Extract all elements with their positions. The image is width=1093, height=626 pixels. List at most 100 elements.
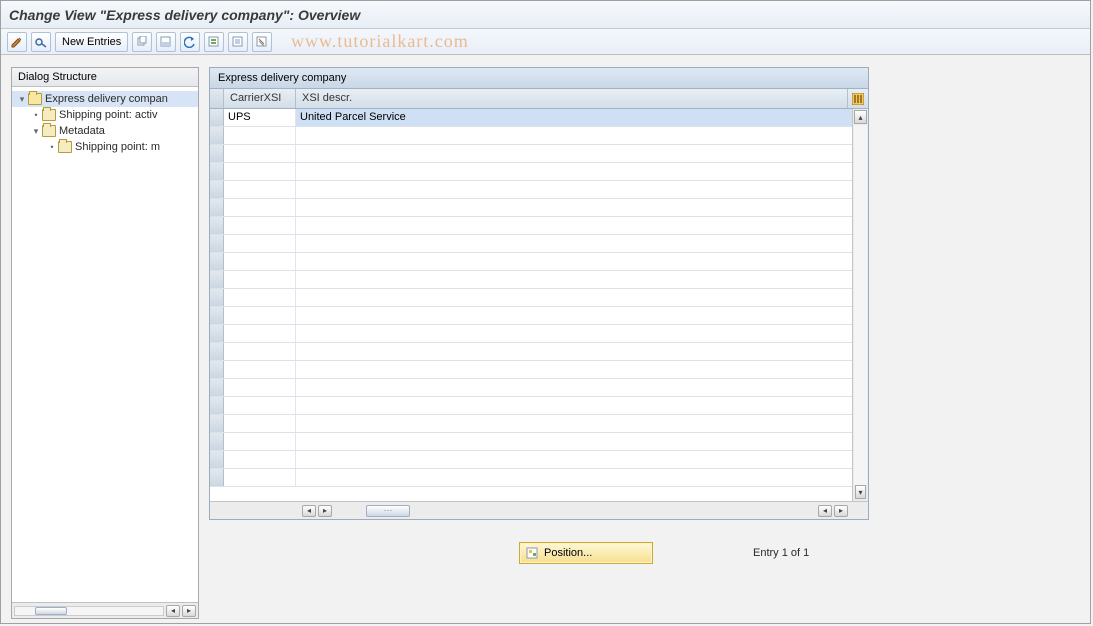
collapse-icon[interactable]: ▾ bbox=[30, 126, 42, 137]
scrollbar-track[interactable] bbox=[854, 125, 867, 485]
table-row-empty[interactable] bbox=[210, 253, 852, 271]
row-selector[interactable] bbox=[210, 217, 224, 234]
grid-vertical-scrollbar[interactable]: ▴ ▾ bbox=[852, 109, 868, 501]
cell-empty[interactable] bbox=[296, 343, 852, 360]
new-entries-button[interactable]: New Entries bbox=[55, 32, 128, 52]
cell-empty[interactable] bbox=[296, 451, 852, 468]
cell-empty[interactable] bbox=[224, 217, 296, 234]
cell-empty[interactable] bbox=[224, 199, 296, 216]
table-row-empty[interactable] bbox=[210, 361, 852, 379]
cell-empty[interactable] bbox=[224, 433, 296, 450]
cell-empty[interactable] bbox=[296, 415, 852, 432]
table-row-empty[interactable] bbox=[210, 163, 852, 181]
cell-empty[interactable] bbox=[224, 253, 296, 270]
table-row-empty[interactable] bbox=[210, 289, 852, 307]
table-row-empty[interactable] bbox=[210, 379, 852, 397]
cell-empty[interactable] bbox=[296, 181, 852, 198]
cell-empty[interactable] bbox=[224, 325, 296, 342]
row-selector[interactable] bbox=[210, 145, 224, 162]
cell-empty[interactable] bbox=[296, 271, 852, 288]
cell-empty[interactable] bbox=[224, 379, 296, 396]
table-row[interactable]: UPS United Parcel Service bbox=[210, 109, 852, 127]
scroll-right-icon[interactable]: ▸ bbox=[182, 605, 196, 617]
undo-button[interactable] bbox=[180, 32, 200, 52]
table-row-empty[interactable] bbox=[210, 271, 852, 289]
row-selector[interactable] bbox=[210, 433, 224, 450]
scroll-right-icon[interactable]: ▸ bbox=[318, 505, 332, 517]
cell-empty[interactable] bbox=[296, 217, 852, 234]
scroll-up-icon[interactable]: ▴ bbox=[854, 110, 867, 124]
cell-empty[interactable] bbox=[296, 361, 852, 378]
position-button[interactable]: Position... bbox=[519, 542, 653, 564]
cell-empty[interactable] bbox=[296, 163, 852, 180]
row-selector[interactable] bbox=[210, 109, 224, 126]
cell-empty[interactable] bbox=[296, 235, 852, 252]
cell-empty[interactable] bbox=[224, 451, 296, 468]
cell-empty[interactable] bbox=[296, 289, 852, 306]
cell-description[interactable]: United Parcel Service bbox=[296, 109, 852, 126]
cell-empty[interactable] bbox=[224, 415, 296, 432]
row-selector[interactable] bbox=[210, 253, 224, 270]
tree-item-shipping-point-m[interactable]: • Shipping point: m bbox=[12, 139, 198, 155]
cell-empty[interactable] bbox=[224, 271, 296, 288]
scrollbar-thumb[interactable]: ⋯ bbox=[366, 505, 410, 517]
tree-item-shipping-point-active[interactable]: • Shipping point: activ bbox=[12, 107, 198, 123]
row-selector[interactable] bbox=[210, 163, 224, 180]
row-selector[interactable] bbox=[210, 469, 224, 486]
tree-horizontal-scrollbar[interactable]: ◂ ▸ bbox=[12, 602, 198, 618]
row-selector[interactable] bbox=[210, 307, 224, 324]
scroll-left-icon[interactable]: ◂ bbox=[818, 505, 832, 517]
table-row-empty[interactable] bbox=[210, 235, 852, 253]
deselect-all-button[interactable] bbox=[252, 32, 272, 52]
cell-empty[interactable] bbox=[224, 181, 296, 198]
row-selector[interactable] bbox=[210, 397, 224, 414]
row-selector[interactable] bbox=[210, 325, 224, 342]
table-row-empty[interactable] bbox=[210, 325, 852, 343]
toggle-display-change-button[interactable] bbox=[7, 32, 27, 52]
table-row-empty[interactable] bbox=[210, 469, 852, 487]
cell-empty[interactable] bbox=[224, 343, 296, 360]
column-header-description[interactable]: XSI descr. bbox=[296, 89, 848, 108]
scroll-down-icon[interactable]: ▾ bbox=[855, 485, 866, 499]
other-view-button[interactable] bbox=[31, 32, 51, 52]
cell-empty[interactable] bbox=[296, 433, 852, 450]
collapse-icon[interactable]: ▾ bbox=[16, 94, 28, 105]
table-row-empty[interactable] bbox=[210, 307, 852, 325]
cell-empty[interactable] bbox=[296, 307, 852, 324]
scroll-right-icon[interactable]: ▸ bbox=[834, 505, 848, 517]
table-row-empty[interactable] bbox=[210, 343, 852, 361]
row-selector[interactable] bbox=[210, 361, 224, 378]
cell-empty[interactable] bbox=[224, 469, 296, 486]
select-all-button[interactable] bbox=[204, 32, 224, 52]
cell-empty[interactable] bbox=[224, 289, 296, 306]
table-row-empty[interactable] bbox=[210, 181, 852, 199]
cell-empty[interactable] bbox=[296, 469, 852, 486]
table-row-empty[interactable] bbox=[210, 397, 852, 415]
grid-horizontal-scrollbar[interactable]: ◂ ▸ ⋯ ◂ ▸ bbox=[210, 501, 868, 519]
cell-empty[interactable] bbox=[296, 127, 852, 144]
table-row-empty[interactable] bbox=[210, 199, 852, 217]
table-row-empty[interactable] bbox=[210, 451, 852, 469]
row-selector[interactable] bbox=[210, 235, 224, 252]
cell-empty[interactable] bbox=[296, 325, 852, 342]
configure-columns-button[interactable] bbox=[848, 89, 868, 108]
row-selector[interactable] bbox=[210, 127, 224, 144]
tree-item-metadata[interactable]: ▾ Metadata bbox=[12, 123, 198, 139]
cell-empty[interactable] bbox=[296, 253, 852, 270]
cell-empty[interactable] bbox=[224, 235, 296, 252]
table-row-empty[interactable] bbox=[210, 127, 852, 145]
tree-item-express-delivery-company[interactable]: ▾ Express delivery compan bbox=[12, 91, 198, 107]
cell-empty[interactable] bbox=[224, 127, 296, 144]
cell-empty[interactable] bbox=[296, 379, 852, 396]
cell-empty[interactable] bbox=[224, 145, 296, 162]
column-header-carrier[interactable]: CarrierXSI bbox=[224, 89, 296, 108]
scroll-left-icon[interactable]: ◂ bbox=[166, 605, 180, 617]
cell-empty[interactable] bbox=[224, 163, 296, 180]
cell-empty[interactable] bbox=[296, 145, 852, 162]
cell-empty[interactable] bbox=[296, 397, 852, 414]
cell-empty[interactable] bbox=[224, 361, 296, 378]
cell-empty[interactable] bbox=[296, 199, 852, 216]
cell-empty[interactable] bbox=[224, 397, 296, 414]
table-row-empty[interactable] bbox=[210, 145, 852, 163]
scrollbar-track[interactable] bbox=[14, 606, 164, 616]
